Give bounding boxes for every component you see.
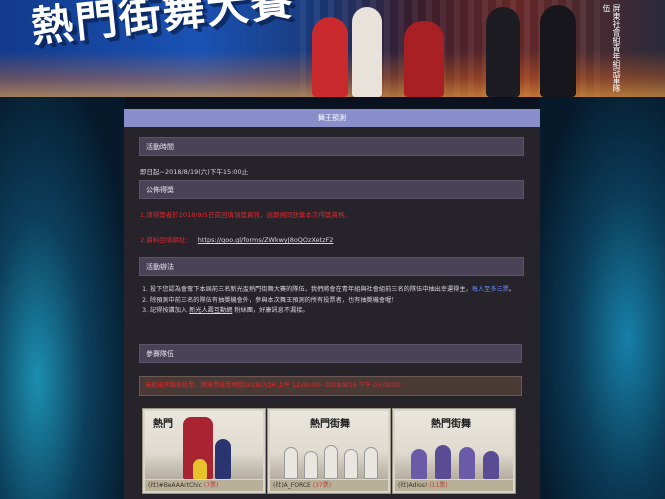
section-header-winners: 公佈得獎 [139, 180, 524, 199]
form-url-link[interactable]: https://goo.gl/forms/ZWkwyJ8oQOzXetzF2 [198, 236, 334, 244]
banner-dancer [312, 17, 348, 97]
event-time-text: 即日起~2018/8/19(六)下午15:00止 [140, 168, 249, 176]
rule-text-end: 。 [508, 286, 516, 293]
stage-logo: 熱門 [153, 419, 173, 430]
dancer-figure [483, 451, 499, 479]
prediction-panel: 舞王預測 活動時間 即日起~2018/8/19(六)下午15:00止 公佈得獎 … [124, 109, 540, 499]
banner-dancer [352, 7, 382, 97]
dancer-figure [193, 459, 207, 479]
banner-dancer [486, 7, 520, 97]
stage-logo: 熱門街舞 [310, 419, 350, 430]
team-caption: (社)A_FORCE (37票) [270, 480, 388, 491]
vote-count: (37票) [312, 482, 332, 489]
form-url-row: 2.資料回填網址： https://goo.gl/forms/ZWkwyJ8oQ… [140, 234, 333, 244]
dancer-figure [364, 447, 378, 479]
stage-logo: 熱門街舞 [431, 419, 471, 430]
dancer-figure [215, 439, 231, 479]
vote-count: (7票) [203, 482, 219, 489]
team-name: (社)Adios! [398, 482, 428, 489]
team-name: (社)A_FORCE [273, 482, 311, 489]
dancer-figure [411, 449, 427, 479]
team-caption: (社)#BeAAArtChic (7票) [145, 480, 263, 491]
fanpage-link[interactable]: 新光人壽互動網 [189, 307, 232, 314]
dancer-figure [284, 447, 298, 479]
event-banner: 熱門街舞大賽 屏東社會組青年組冠軍隊伍 [0, 0, 665, 97]
team-caption: (社)Adios! (11票) [395, 480, 513, 491]
panel-title: 舞王預測 [124, 109, 540, 127]
team-card[interactable]: 熱門街舞 (社)A_FORCE (37票) [267, 408, 391, 494]
rule-item: 除預測中前三名的隊伍有抽獎機會外，參與本次舞王預測的所有投票者，也有抽獎機會喔！ [150, 296, 535, 307]
vote-period-notice: 未能出夾難投投票，開放票投票時間2018/7/26 上午 12:00:00~20… [139, 376, 522, 396]
dancer-figure [344, 449, 358, 479]
team-card[interactable]: 熱門街舞 (社)Adios! (11票) [392, 408, 516, 494]
section-header-rules: 活動辦法 [139, 257, 524, 276]
banner-side-caption: 屏東社會組青年組冠軍隊伍 [602, 4, 621, 92]
dancer-figure [435, 445, 451, 479]
rules-list: 投下您認為會奪下本屆前三名新光盃熱門街舞大賽的隊伍，我們將會在青年組與社會組前三… [140, 285, 535, 317]
team-photo[interactable]: 熱門 [145, 411, 263, 479]
form-url-label: 2.資料回填網址： [140, 236, 192, 244]
winners-notice: 1.請得獎者於2018/9/5日前回填領獎資訊，逾期視同放棄本次得獎資格。 [140, 211, 351, 219]
rule-text: 投下您認為會奪下本屆前三名新光盃熱門街舞大賽的隊伍，我們將會在青年組與社會組前三… [150, 286, 472, 293]
rule-text-end: 粉絲團，好康訊息不漏接。 [232, 307, 309, 314]
background-right-glow [539, 97, 665, 499]
rule-item: 投下您認為會奪下本屆前三名新光盃熱門街舞大賽的隊伍，我們將會在青年組與社會組前三… [150, 285, 535, 296]
rule-text: 除預測中前三名的隊伍有抽獎機會外，參與本次舞王預測的所有投票者，也有抽獎機會喔！ [150, 296, 398, 304]
rule-highlight: 每人至多三票 [471, 286, 509, 293]
section-header-teams: 參賽隊伍 [139, 344, 522, 363]
team-photo[interactable]: 熱門街舞 [395, 411, 513, 479]
banner-title: 熱門街舞大賽 [28, 0, 297, 52]
dancer-figure [459, 447, 475, 479]
background-left-glow [0, 97, 125, 499]
dancer-figure [324, 445, 338, 479]
banner-dancer [404, 21, 444, 97]
banner-dancer [540, 5, 576, 97]
rule-text: 記得按讚加入 [150, 307, 190, 314]
vote-count: (11票) [429, 482, 448, 489]
dancer-figure [304, 451, 318, 479]
section-header-time: 活動時間 [139, 137, 524, 156]
rule-item: 記得按讚加入 新光人壽互動網 粉絲團，好康訊息不漏接。 [150, 306, 535, 317]
team-name: (社)#BeAAArtChic [148, 482, 202, 489]
team-card[interactable]: 熱門 (社)#BeAAArtChic (7票) [142, 408, 266, 494]
team-photo[interactable]: 熱門街舞 [270, 411, 388, 479]
